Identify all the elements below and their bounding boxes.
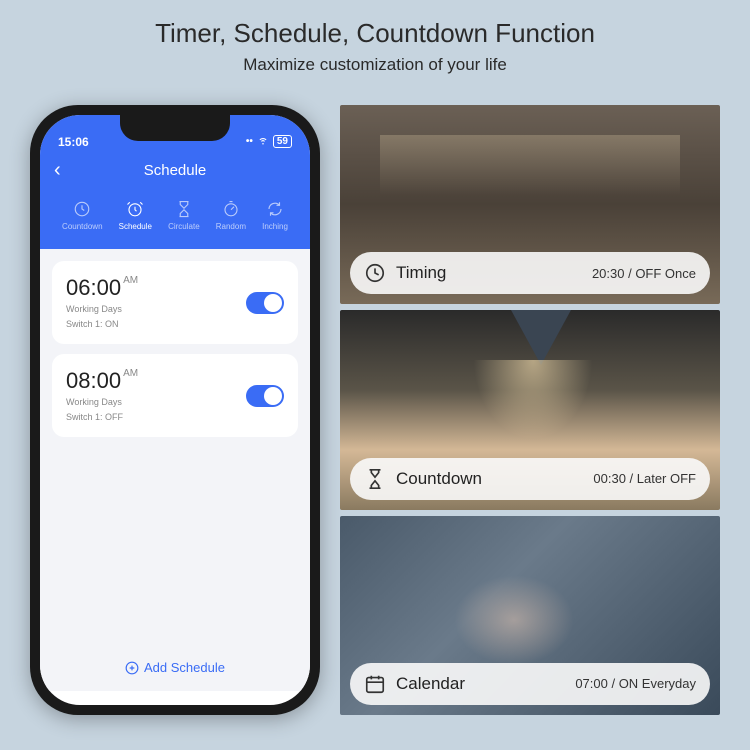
tab-inching[interactable]: Inching <box>262 200 288 231</box>
tab-label: Inching <box>262 222 288 231</box>
schedule-time: 06:00AM <box>66 275 138 301</box>
panel-label: Countdown <box>396 469 583 489</box>
status-time: 15:06 <box>58 135 89 149</box>
schedule-days: Working Days <box>66 303 138 316</box>
schedule-days: Working Days <box>66 396 138 409</box>
add-schedule-button[interactable]: Add Schedule <box>40 660 310 675</box>
schedule-switch: Switch 1: OFF <box>66 411 138 424</box>
toggle-switch[interactable] <box>246 292 284 314</box>
wifi-icon <box>257 134 269 149</box>
panel-calendar: Calendar 07:00 / ON Everyday <box>340 516 720 715</box>
header-title: Schedule <box>54 162 296 179</box>
app-header: ‹ Schedule Countdown Schedule <box>40 151 310 249</box>
tab-label: Circulate <box>168 222 200 231</box>
clock-icon <box>73 200 91 218</box>
plus-circle-icon <box>125 661 139 675</box>
hourglass-icon <box>175 200 193 218</box>
panel-countdown: Countdown 00:30 / Later OFF <box>340 310 720 509</box>
page-subtitle: Maximize customization of your life <box>0 55 750 75</box>
cycle-icon <box>266 200 284 218</box>
schedule-list: 06:00AM Working Days Switch 1: ON 08:00A… <box>40 249 310 691</box>
schedule-switch: Switch 1: ON <box>66 318 138 331</box>
tab-random[interactable]: Random <box>216 200 246 231</box>
panel-value: 00:30 / Later OFF <box>593 471 696 486</box>
tab-label: Countdown <box>62 222 102 231</box>
tab-countdown[interactable]: Countdown <box>62 200 102 231</box>
panel-timing: Timing 20:30 / OFF Once <box>340 105 720 304</box>
panel-value: 20:30 / OFF Once <box>592 266 696 281</box>
tab-schedule[interactable]: Schedule <box>119 200 152 231</box>
battery-icon: 59 <box>273 135 292 148</box>
phone-mockup: 15:06 •• 59 ‹ Schedule <box>30 105 320 715</box>
tab-label: Schedule <box>119 222 152 231</box>
panel-label: Calendar <box>396 674 565 694</box>
alarm-icon <box>126 200 144 218</box>
hourglass-icon <box>364 468 386 490</box>
calendar-icon <box>364 673 386 695</box>
tab-circulate[interactable]: Circulate <box>168 200 200 231</box>
panel-label: Timing <box>396 263 582 283</box>
page-title: Timer, Schedule, Countdown Function <box>0 18 750 49</box>
clock-icon <box>364 262 386 284</box>
panel-value: 07:00 / ON Everyday <box>575 676 696 691</box>
schedule-item[interactable]: 08:00AM Working Days Switch 1: OFF <box>52 354 298 437</box>
tab-label: Random <box>216 222 246 231</box>
add-schedule-label: Add Schedule <box>144 660 225 675</box>
schedule-time: 08:00AM <box>66 368 138 394</box>
schedule-item[interactable]: 06:00AM Working Days Switch 1: ON <box>52 261 298 344</box>
toggle-switch[interactable] <box>246 385 284 407</box>
timer-icon <box>222 200 240 218</box>
signal-icon: •• <box>246 136 253 147</box>
phone-notch <box>120 115 230 141</box>
